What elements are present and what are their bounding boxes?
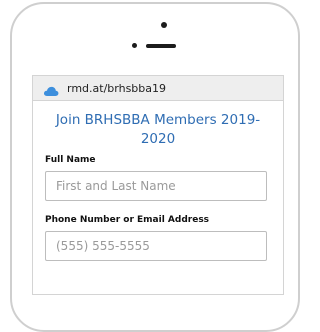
contact-input[interactable]	[45, 231, 267, 261]
full-name-label: Full Name	[45, 155, 96, 165]
cloud-icon	[43, 82, 59, 96]
earpiece-speaker	[146, 44, 176, 48]
front-camera	[161, 22, 167, 28]
proximity-sensor	[132, 43, 137, 48]
form-title: Join BRHSBBA Members 2019-2020	[55, 112, 261, 147]
contact-label: Phone Number or Email Address	[45, 215, 210, 225]
url-text: rmd.at/brhsbba19	[67, 81, 166, 95]
address-bar[interactable]: rmd.at/brhsbba19	[33, 76, 283, 101]
full-name-input[interactable]	[45, 171, 267, 201]
phone-screen: rmd.at/brhsbba19 Join BRHSBBA Members 20…	[32, 75, 284, 295]
